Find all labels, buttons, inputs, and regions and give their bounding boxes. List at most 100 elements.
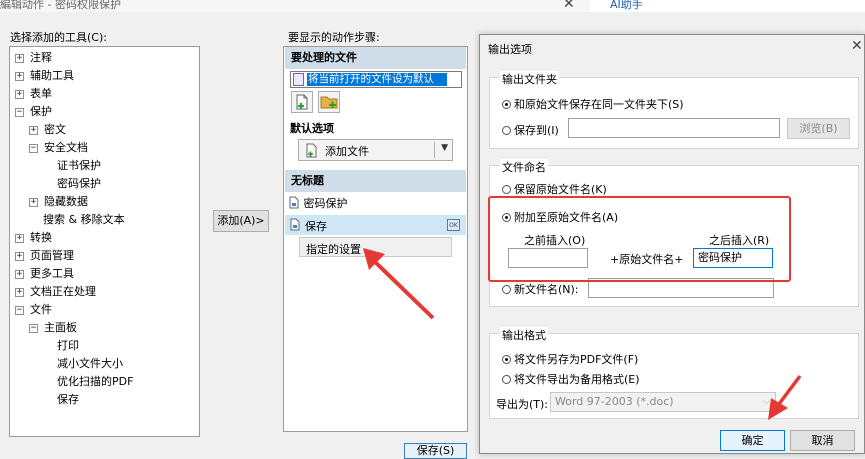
add-button[interactable]: 添加(A)> [213, 210, 269, 232]
window-close-icon[interactable]: ✕ [563, 0, 575, 12]
tree-item-reduce-size[interactable]: 减小文件大小 [57, 355, 123, 373]
tree-item-label: 更多工具 [30, 267, 74, 280]
tree-item-print[interactable]: 打印 [57, 337, 79, 355]
add-file-dropdown[interactable]: 添加文件 ▼ [298, 139, 453, 161]
radio-save-to[interactable]: 保存到(I) [502, 122, 559, 138]
default-file-field[interactable]: 将当前打开的文件设为默认 [290, 71, 462, 88]
tree-item-label: 页面管理 [30, 249, 74, 262]
tree-item-password-protect[interactable]: 密码保护 [57, 175, 101, 193]
radio-keep-original[interactable]: 保留原始文件名(K) [502, 181, 607, 197]
tree-item-certificate-protect[interactable]: 证书保护 [57, 157, 101, 175]
tools-tree[interactable]: + 注释 + 辅助工具 + 表单 − 保护 + 密文 − 安全文档 证书保护 密码保护 + 隐… [9, 46, 200, 437]
tree-item-annotate[interactable]: + 注释 [15, 49, 52, 67]
radio-icon[interactable] [502, 285, 511, 294]
tree-item-hidden-data[interactable]: + 隐藏数据 [29, 193, 88, 211]
tree-item-label: 保存 [57, 393, 79, 406]
annotation-highlight-box [488, 196, 791, 282]
tree-item-label: 证书保护 [57, 159, 101, 172]
expand-icon[interactable]: + [29, 125, 38, 135]
step-password-protect[interactable]: 密码保护 [288, 195, 348, 211]
tree-item-label: 文件 [30, 303, 52, 316]
radio-save-as-pdf[interactable]: 将文件另存为PDF文件(F) [502, 351, 638, 367]
tree-item-secure-document[interactable]: − 安全文档 [29, 139, 88, 157]
group-title: 文件命名 [500, 159, 548, 175]
document-icon [289, 196, 299, 209]
step-save[interactable]: 保存 OK [285, 215, 466, 235]
radio-selected-icon[interactable] [502, 355, 511, 364]
untitled-header: 无标题 [285, 170, 466, 192]
tree-item-file[interactable]: − 文件 [15, 301, 52, 319]
select-value: Word 97-2003 (*.doc) [555, 395, 674, 408]
radio-label: 将文件导出为备用格式(E) [514, 373, 640, 386]
browse-button[interactable]: 浏览(B) [787, 118, 850, 139]
tree-item-label: 安全文档 [44, 141, 88, 154]
radio-icon[interactable] [502, 375, 511, 384]
tree-item-label: 密码保护 [57, 177, 101, 190]
tree-item-label: 主面板 [44, 321, 77, 334]
tools-label: 选择添加的工具(C): [10, 31, 107, 44]
tree-item-search-remove-text[interactable]: 搜索 & 移除文本 [43, 211, 125, 229]
tree-item-forms[interactable]: + 表单 [15, 85, 52, 103]
tree-item-home-panel[interactable]: − 主面板 [29, 319, 77, 337]
export-format-select[interactable]: Word 97-2003 (*.doc) ⌵ [550, 392, 776, 412]
add-file-icon [296, 94, 308, 110]
tree-item-label: 注释 [30, 51, 52, 64]
collapse-icon[interactable]: − [15, 305, 24, 315]
save-button[interactable]: 保存(S) [404, 443, 467, 459]
specified-settings-label: 指定的设置 [306, 243, 361, 256]
cancel-button[interactable]: 取消 [790, 430, 855, 451]
add-file-button[interactable] [291, 91, 313, 113]
tree-item-label: 表单 [30, 87, 52, 100]
tree-item-more-tools[interactable]: + 更多工具 [15, 265, 74, 283]
add-folder-button[interactable] [318, 91, 340, 113]
tree-item-document-processing[interactable]: + 文档正在处理 [15, 283, 96, 301]
tree-item-protect[interactable]: − 保护 [15, 103, 52, 121]
tree-item-convert[interactable]: + 转换 [15, 229, 52, 247]
steps-panel[interactable]: 要处理的文件 将当前打开的文件设为默认 默认选项 添加文件 ▼ 无标题 密码保护… [283, 46, 468, 432]
files-header: 要处理的文件 [285, 47, 466, 69]
radio-export-alt[interactable]: 将文件导出为备用格式(E) [502, 371, 640, 387]
tree-item-label: 打印 [57, 339, 79, 352]
ok-button[interactable]: 确定 [720, 430, 785, 451]
tree-item-redact[interactable]: + 密文 [29, 121, 66, 139]
expand-icon[interactable]: + [15, 233, 24, 243]
radio-same-folder[interactable]: 和原始文件保存在同一文件夹下(S) [502, 96, 684, 112]
tree-item-label: 隐藏数据 [44, 195, 88, 208]
radio-label: 和原始文件保存在同一文件夹下(S) [514, 98, 684, 111]
chevron-down-icon[interactable]: ▼ [441, 143, 448, 153]
tree-item-page-management[interactable]: + 页面管理 [15, 247, 74, 265]
collapse-icon[interactable]: − [15, 107, 24, 117]
collapse-icon[interactable]: − [29, 143, 38, 153]
save-to-path-input[interactable] [568, 118, 780, 138]
tree-item-label: 搜索 & 移除文本 [43, 213, 125, 226]
annotation-arrow [363, 248, 435, 320]
radio-icon[interactable] [502, 185, 511, 194]
expand-icon[interactable]: + [15, 71, 24, 81]
add-file-label: 添加文件 [325, 145, 369, 158]
ai-assistant-link[interactable]: AI助手 [610, 0, 643, 12]
expand-icon[interactable]: + [15, 53, 24, 63]
ok-badge-icon[interactable]: OK [447, 219, 460, 231]
radio-new-name[interactable]: 新文件名(N): [502, 281, 579, 297]
radio-selected-icon[interactable] [502, 100, 511, 109]
tree-item-label: 辅助工具 [30, 69, 74, 82]
expand-icon[interactable]: + [29, 197, 38, 207]
annotation-arrow [768, 374, 802, 420]
expand-icon[interactable]: + [15, 89, 24, 99]
dialog-close-icon[interactable]: ✕ [851, 38, 863, 54]
expand-icon[interactable]: + [15, 251, 24, 261]
step-label: 密码保护 [303, 197, 348, 210]
collapse-icon[interactable]: − [29, 323, 38, 333]
radio-label: 保存到(I) [514, 124, 559, 137]
tree-item-optimize-scanned[interactable]: 优化扫描的PDF [57, 373, 133, 391]
expand-icon[interactable]: + [15, 269, 24, 279]
tree-item-label: 优化扫描的PDF [57, 375, 134, 388]
radio-icon[interactable] [502, 126, 511, 135]
radio-label: 将文件另存为PDF文件(F) [514, 353, 639, 366]
dropdown-separator [434, 142, 435, 158]
tree-item-accessibility[interactable]: + 辅助工具 [15, 67, 74, 85]
tree-item-label: 文档正在处理 [30, 285, 96, 298]
tree-item-save[interactable]: 保存 [57, 391, 79, 409]
expand-icon[interactable]: + [15, 287, 24, 297]
add-file-icon [306, 143, 317, 158]
